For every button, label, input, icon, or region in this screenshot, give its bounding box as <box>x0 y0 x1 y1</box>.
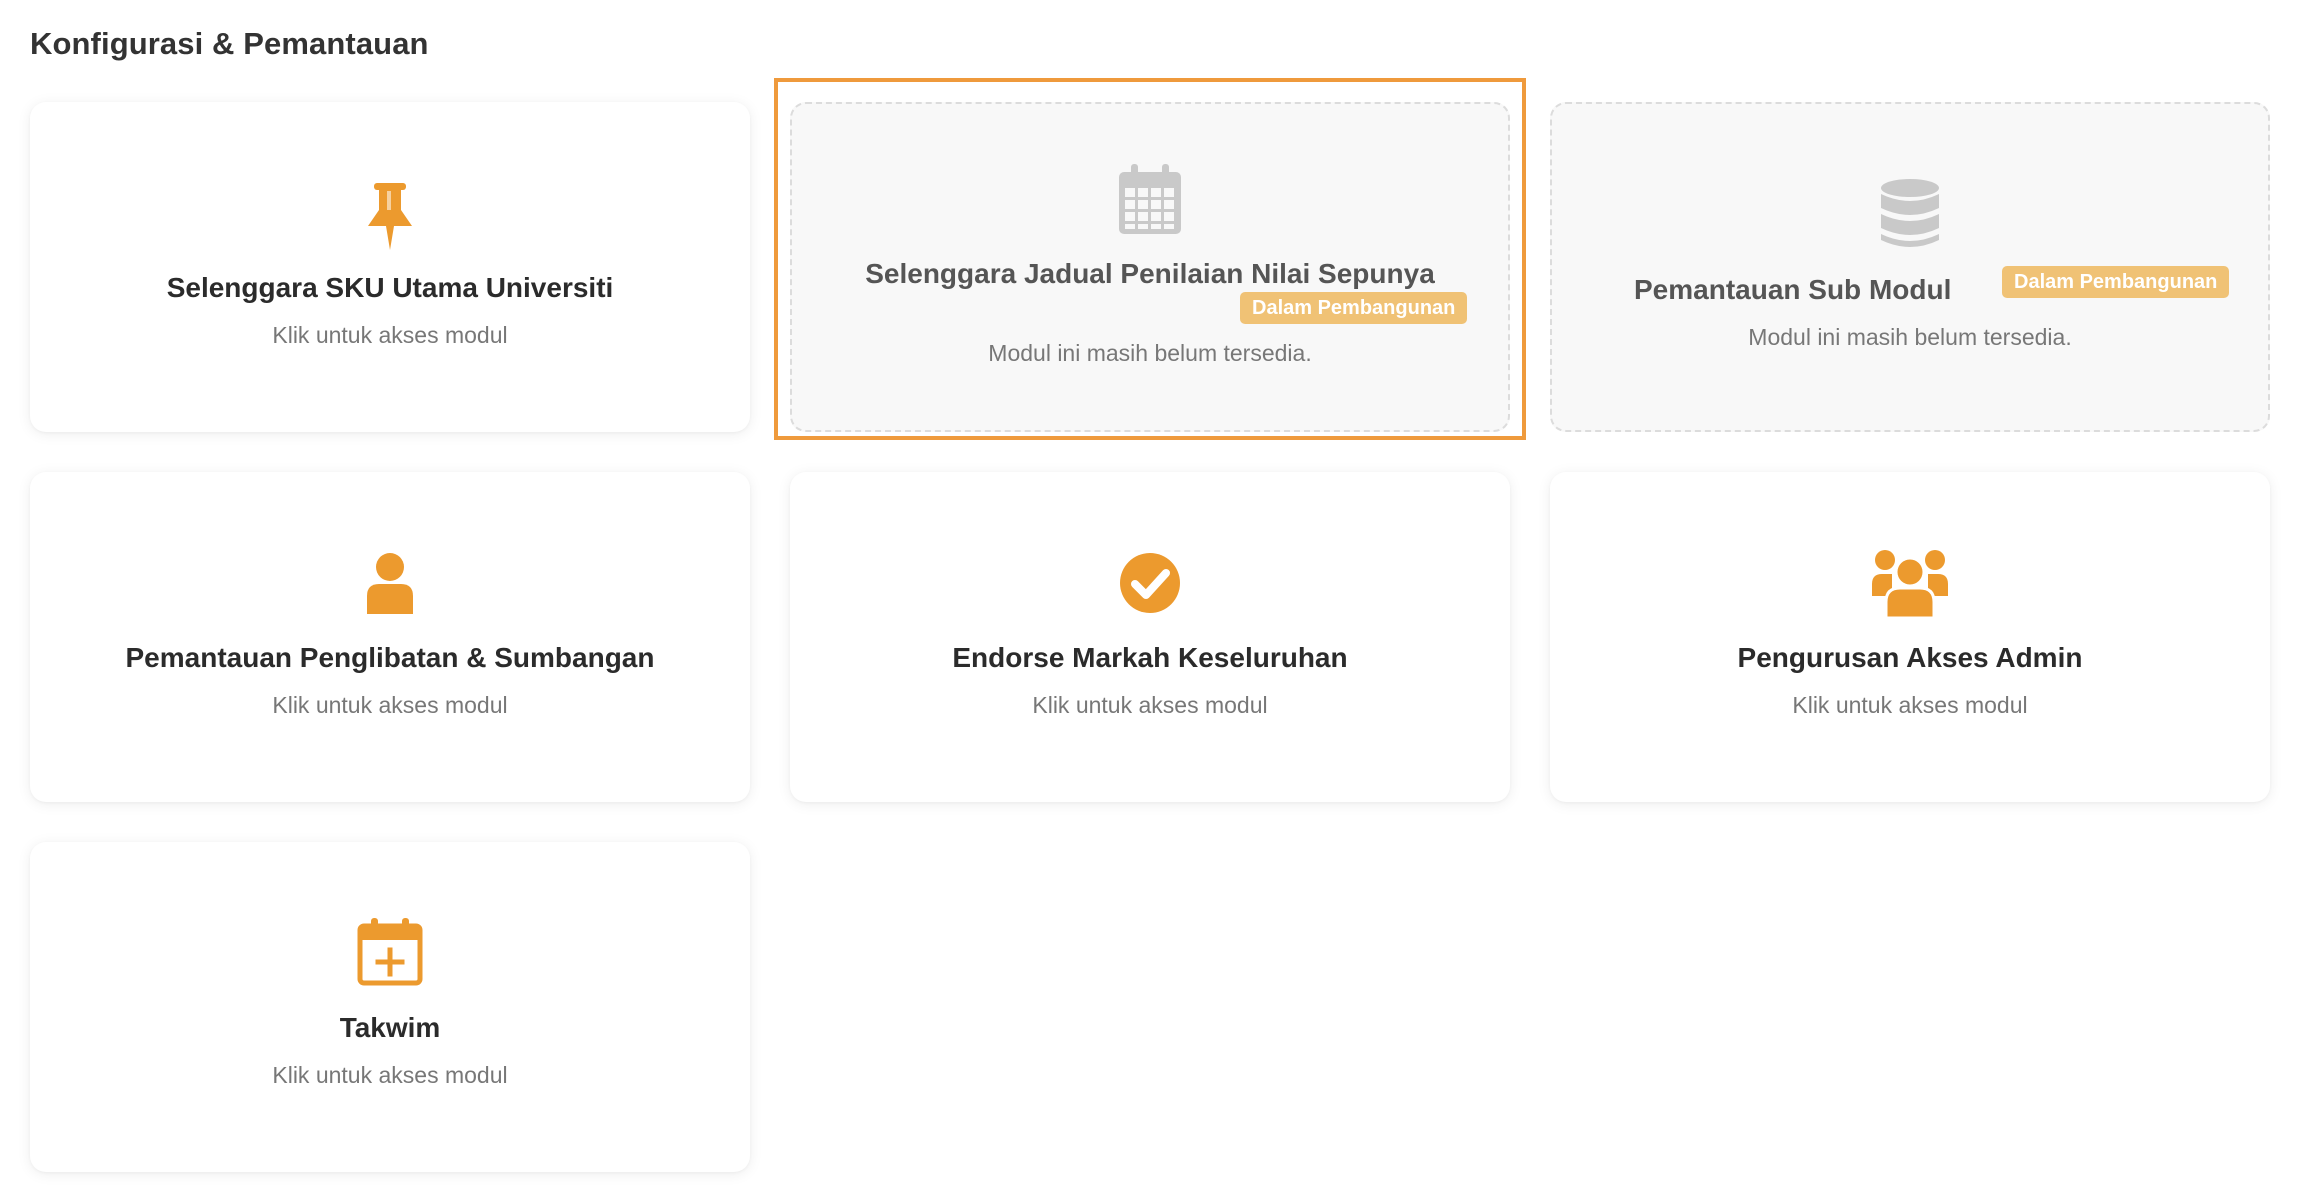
module-card-endorse-markah[interactable]: Endorse Markah Keseluruhan Klik untuk ak… <box>790 472 1510 802</box>
check-circle-icon <box>1120 553 1180 613</box>
card-title: Endorse Markah Keseluruhan <box>952 642 1348 673</box>
card-title: Selenggara SKU Utama Universiti <box>166 272 614 303</box>
module-card-jadual-penilaian[interactable]: Selenggara Jadual Penilaian Nilai Sepuny… <box>790 102 1510 432</box>
card-subtitle: Modul ini masih belum tersedia. <box>1748 324 2072 350</box>
users-group-icon <box>1872 550 1948 618</box>
database-icon <box>1881 179 1939 247</box>
module-card-takwim[interactable]: Takwim Klik untuk akses modul <box>30 842 750 1172</box>
section-title: Konfigurasi & Pemantauan <box>30 26 429 61</box>
card-title: Takwim <box>339 1012 441 1043</box>
module-card-sku-utama[interactable]: Selenggara SKU Utama Universiti Klik unt… <box>30 102 750 432</box>
calendar-grid-icon <box>1119 164 1181 234</box>
card-title: Pengurusan Akses Admin <box>1737 642 2083 673</box>
card-subtitle: Klik untuk akses modul <box>1032 692 1268 718</box>
card-title: Pemantauan Penglibatan & Sumbangan <box>125 642 655 673</box>
card-subtitle: Klik untuk akses modul <box>272 692 508 718</box>
status-badge: Dalam Pembangunan <box>1240 292 1468 324</box>
user-icon <box>367 553 413 614</box>
page: Konfigurasi & Pemantauan Selenggara SKU … <box>0 0 2298 1196</box>
card-subtitle: Klik untuk akses modul <box>1792 692 2028 718</box>
card-subtitle: Klik untuk akses modul <box>272 1062 508 1088</box>
status-badge: Dalam Pembangunan <box>2002 266 2230 298</box>
card-subtitle: Modul ini masih belum tersedia. <box>988 340 1312 366</box>
module-card-pemantauan-sub-modul[interactable]: Pemantauan Sub Modul Dalam Pembangunan M… <box>1550 102 2270 432</box>
card-title: Selenggara Jadual Penilaian Nilai Sepuny… <box>865 258 1435 289</box>
module-card-akses-admin[interactable]: Pengurusan Akses Admin Klik untuk akses … <box>1550 472 2270 802</box>
card-subtitle: Klik untuk akses modul <box>272 322 508 348</box>
calendar-plus-icon <box>357 918 423 986</box>
pushpin-icon <box>368 183 412 250</box>
module-card-penglibatan-sumbangan[interactable]: Pemantauan Penglibatan & Sumbangan Klik … <box>30 472 750 802</box>
